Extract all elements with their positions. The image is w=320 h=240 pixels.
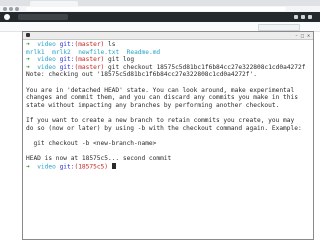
prompt-git-label: git: xyxy=(59,41,75,48)
terminal-line: git checkout -b <new-branch-name> xyxy=(26,140,312,148)
maximize-icon[interactable]: □ xyxy=(300,33,305,38)
prompt-git-label: git: xyxy=(59,56,75,64)
prompt-directory: video xyxy=(37,163,56,170)
terminal-line: Note: checking out '18575c5d81bc1f6b84cc… xyxy=(26,71,312,79)
prompt-directory: video xyxy=(37,63,56,71)
terminal-line: mrlk1 mrlk2 newfile.txt Readme.md xyxy=(26,49,312,57)
terminal-line: If you want to create a new branch to re… xyxy=(26,117,312,125)
prompt-git-label: git: xyxy=(59,163,75,170)
address-bar-input[interactable] xyxy=(26,7,286,11)
output-text: git checkout -b <new-branch-name> xyxy=(26,139,157,147)
forward-icon[interactable] xyxy=(9,7,13,11)
plus-icon[interactable] xyxy=(301,15,305,19)
close-icon[interactable]: × xyxy=(306,33,311,38)
output-text: You are in 'detached HEAD' state. You ca… xyxy=(26,86,295,94)
github-logo-icon[interactable] xyxy=(4,14,10,20)
command-text: git checkout 18575c5d81bc1f6b84cc27e3228… xyxy=(108,63,306,71)
reload-icon[interactable] xyxy=(15,7,19,11)
prompt-git-label: git: xyxy=(59,63,75,71)
terminal-line: ➜ video git:(master) ls xyxy=(26,41,312,49)
terminal-line: changes and commit them, and you can dis… xyxy=(26,94,312,102)
bell-icon[interactable] xyxy=(294,15,298,19)
search-input[interactable] xyxy=(18,14,68,20)
ls-entry: Readme.md xyxy=(126,48,161,56)
prompt-branch: (master) xyxy=(74,63,105,71)
output-text: HEAD is now at 18575c5... second commit xyxy=(26,154,172,162)
terminal-line: ➜ video git:(master) git checkout 18575c… xyxy=(26,64,312,72)
minimize-icon[interactable]: – xyxy=(294,33,299,38)
back-icon[interactable] xyxy=(3,7,7,11)
output-text: If you want to create a new branch to re… xyxy=(26,116,295,124)
prompt-branch: (master) xyxy=(74,41,105,48)
prompt-arrow: ➜ xyxy=(26,63,30,71)
prompt-arrow: ➜ xyxy=(26,56,30,64)
avatar[interactable] xyxy=(308,15,312,19)
ls-entry: mrlk2 xyxy=(52,48,71,56)
github-header xyxy=(0,12,320,22)
terminal-line: You are in 'detached HEAD' state. You ca… xyxy=(26,87,312,95)
command-text: ls xyxy=(108,41,116,48)
ls-entry: newfile.txt xyxy=(78,48,120,56)
terminal-line: do so (now or later) by using -b with th… xyxy=(26,125,312,133)
ls-entry: mrlk1 xyxy=(26,48,45,56)
prompt-arrow: ➜ xyxy=(26,163,30,170)
terminal-output[interactable]: ➜ video git:(master) ls mrlk1 mrlk2 newfi… xyxy=(26,41,312,170)
terminal-line: HEAD is now at 18575c5... second commit xyxy=(26,155,312,163)
terminal-window[interactable]: – □ × ➜ video git:(master) ls mrlk1 mrlk2… xyxy=(22,31,314,240)
prompt-directory: video xyxy=(37,56,56,64)
prompt-branch: (master) xyxy=(74,56,105,64)
terminal-icon xyxy=(26,33,30,37)
terminal-line: state without impacting any branches by … xyxy=(26,102,312,110)
terminal-line: ➜ video git:(18575c5) xyxy=(26,162,312,171)
prompt-arrow: ➜ xyxy=(26,41,30,48)
command-text: git log xyxy=(108,56,135,64)
prompt-branch: (18575c5) xyxy=(74,163,108,170)
terminal-line: ➜ video git:(master) git log xyxy=(26,56,312,64)
header-icons xyxy=(294,15,314,19)
output-text: changes and commit them, and you can dis… xyxy=(26,94,298,102)
output-text: do so (now or later) by using -b with th… xyxy=(26,124,302,132)
prompt-directory: video xyxy=(37,41,56,48)
output-text: Note: checking out '18575c5d81bc1f6b84cc… xyxy=(26,71,257,79)
output-text: state without impacting any branches by … xyxy=(26,101,280,109)
terminal-cursor xyxy=(111,162,116,169)
terminal-titlebar[interactable]: – □ × xyxy=(23,32,313,40)
repo-action-buttons[interactable] xyxy=(258,24,300,31)
